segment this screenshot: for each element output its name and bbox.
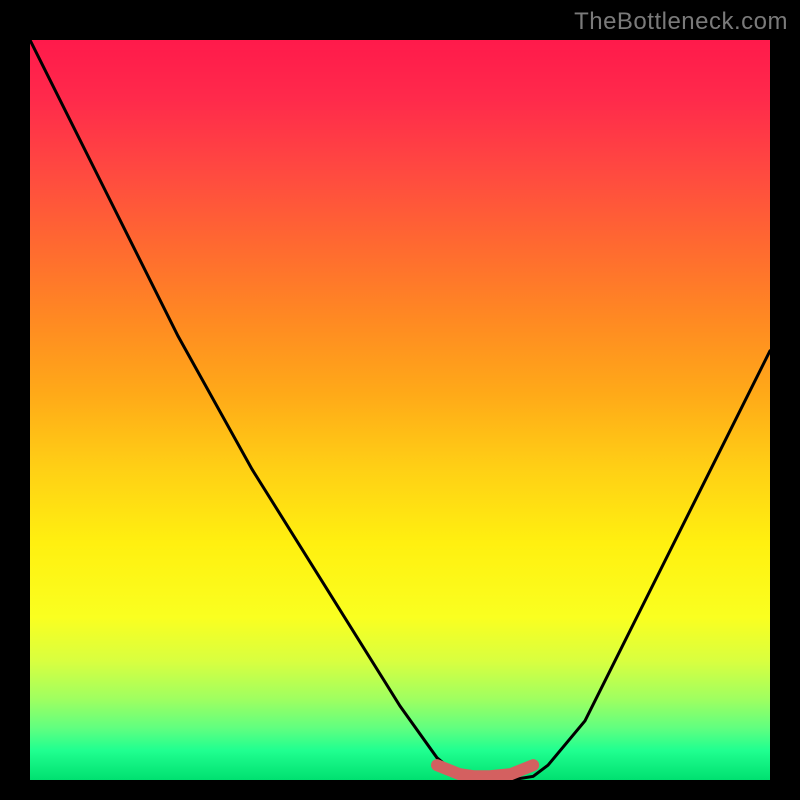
watermark-text: TheBottleneck.com <box>574 8 788 36</box>
chart-frame: TheBottleneck.com <box>0 0 800 800</box>
chart-svg <box>30 40 770 780</box>
main-curve-path <box>30 40 770 780</box>
highlight-curve-path <box>437 765 533 776</box>
plot-area <box>30 40 770 780</box>
